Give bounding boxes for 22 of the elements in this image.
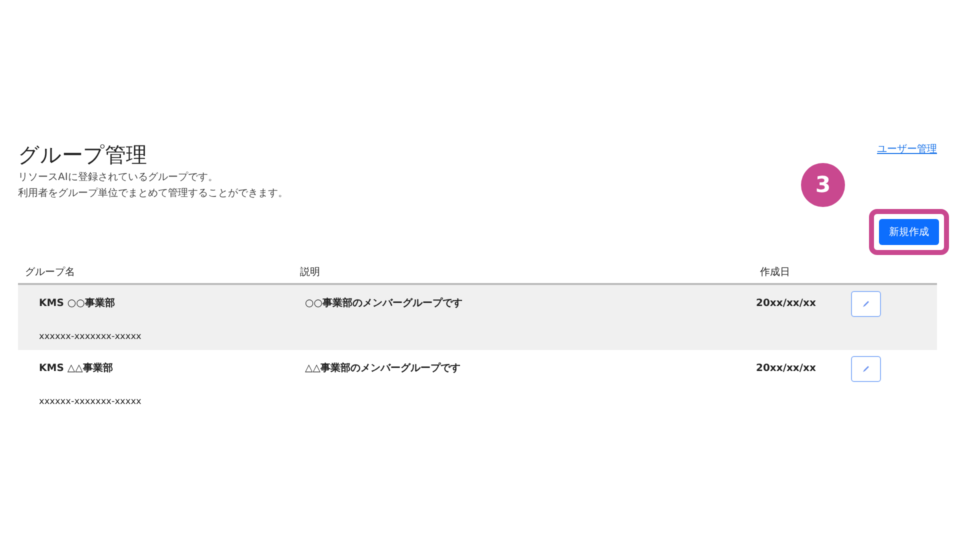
column-header: 説明 xyxy=(300,266,321,280)
edit-button[interactable] xyxy=(851,291,881,317)
created-date: 20xx/xx/xx xyxy=(756,362,817,376)
step-badge: 3 xyxy=(801,163,845,207)
edit-button[interactable] xyxy=(851,356,881,382)
page-description: リソースAIに登録されているグループです。 xyxy=(18,170,219,185)
column-header: グループ名 xyxy=(24,266,76,280)
group-description: △△事業部のメンバーグループです xyxy=(305,361,462,376)
page-title: グループ管理 xyxy=(18,142,148,169)
group-name: KMS △△事業部 xyxy=(39,362,114,376)
group-description: ○○事業部のメンバーグループです xyxy=(305,296,464,311)
table-row[interactable]: KMS ○○事業部 xxxxxx-xxxxxxx-xxxxx ○○事業部のメンバーグループです 20xx/xx/xx xyxy=(18,285,937,350)
column-header: 作成日 xyxy=(760,266,791,280)
group-id: xxxxxx-xxxxxxx-xxxxx xyxy=(39,331,142,344)
pencil-icon xyxy=(862,300,870,308)
user-management-link[interactable]: ユーザー管理 xyxy=(877,142,937,157)
group-id: xxxxxx-xxxxxxx-xxxxx xyxy=(39,396,142,409)
create-button[interactable]: 新規作成 xyxy=(879,219,939,245)
pencil-icon xyxy=(862,365,870,373)
group-name: KMS ○○事業部 xyxy=(39,296,116,311)
page-description: 利用者をグループ単位でまとめて管理することができます。 xyxy=(18,186,288,201)
created-date: 20xx/xx/xx xyxy=(756,297,817,311)
